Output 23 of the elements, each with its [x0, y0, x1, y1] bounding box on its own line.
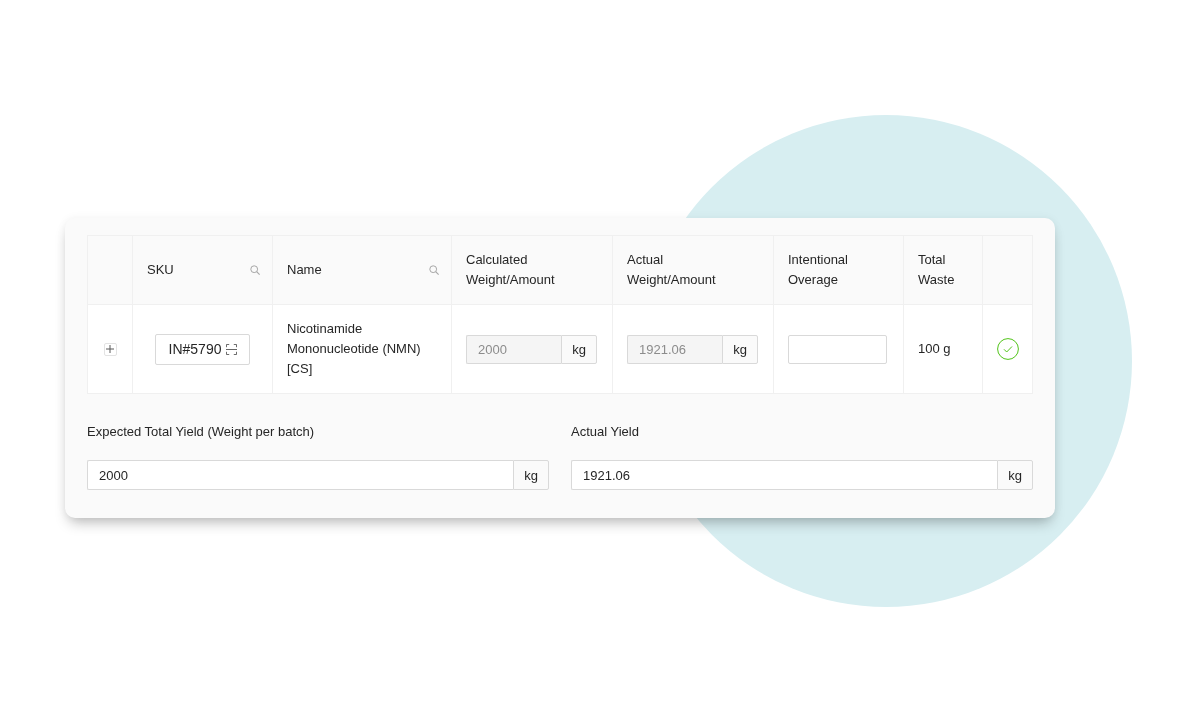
unit-label: kg [513, 460, 549, 490]
column-header: Total Waste [918, 251, 956, 289]
column-header: Name [287, 261, 322, 279]
unit-label: kg [722, 334, 758, 364]
search-icon[interactable] [250, 265, 260, 275]
search-icon[interactable] [429, 265, 439, 275]
table-cell: Nicotinamide Mononucleotide (NMN) [CS] [273, 305, 452, 394]
expand-button[interactable] [103, 342, 117, 356]
unit-label: kg [997, 460, 1033, 490]
scan-icon[interactable] [226, 343, 238, 355]
field-label: Actual Yield [571, 424, 640, 440]
yield-field[interactable]: 2000 [87, 460, 513, 490]
column-header: Intentional Overage [788, 251, 849, 289]
column-header: SKU [147, 261, 174, 279]
unit-label: kg [561, 334, 597, 364]
table-cell: 100 g [904, 305, 983, 394]
sku-field[interactable]: IN#5790 [154, 333, 251, 365]
field-label: Expected Total Yield (Weight per batch) [87, 424, 316, 440]
yield-field[interactable]: 1921.06 [571, 460, 997, 490]
column-header: Calculated Weight/Amount [466, 251, 556, 289]
plus-icon [106, 345, 114, 353]
input-field[interactable] [788, 334, 887, 364]
column-header: Actual Weight/Amount [627, 251, 717, 289]
